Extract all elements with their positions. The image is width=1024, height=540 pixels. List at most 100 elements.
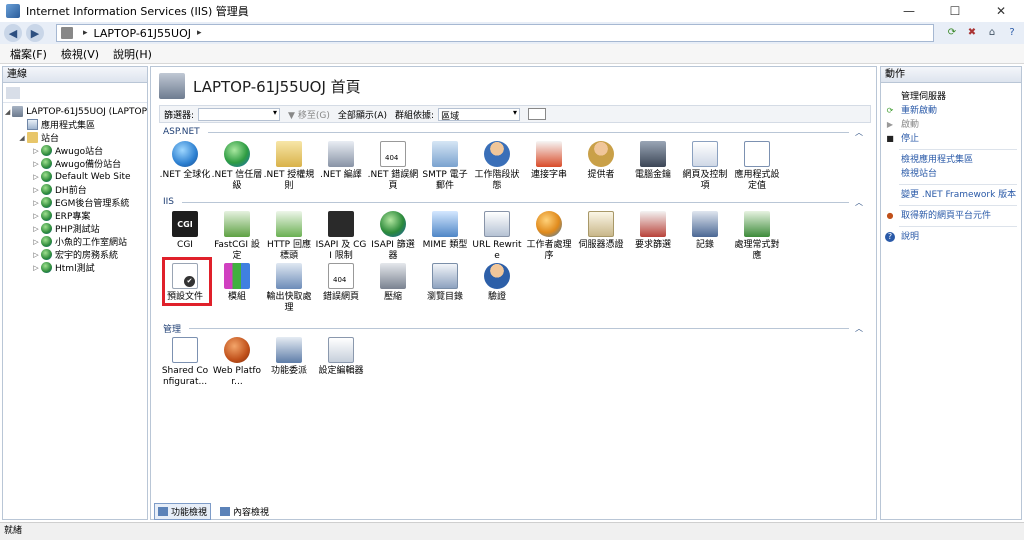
address-field[interactable]: ▸ LAPTOP-61J55UOJ ▸ (56, 24, 934, 42)
feature-http-response-headers[interactable]: HTTP 回應標頭 (263, 211, 315, 262)
feature-modules[interactable]: 模組 (211, 263, 263, 314)
tree-item-label: 站台 (41, 134, 60, 144)
feature-isapi-cgi-restrictions[interactable]: ISAPI 及 CGI 限制 (315, 211, 367, 262)
expand-icon[interactable]: ◢ (3, 108, 12, 116)
feature-net-authorization-rules[interactable]: .NET 授權規則 (263, 141, 315, 192)
minimize-button[interactable]: — (886, 0, 932, 22)
feature-label: ISAPI 及 CGI 限制 (315, 240, 367, 261)
feature-error-pages[interactable]: 錯誤網頁 (315, 263, 367, 314)
feature-connection-strings[interactable]: 連接字串 (523, 141, 575, 192)
action-restart[interactable]: ⟳ 重新啟動 (885, 104, 1021, 118)
expand-icon[interactable]: ▷ (31, 251, 41, 259)
refresh-icon[interactable]: ⟳ (944, 24, 960, 40)
stop-icon[interactable]: ✖ (964, 24, 980, 40)
tree-item-site[interactable]: ▷ Html測試 (3, 261, 147, 274)
group-by-select[interactable]: 區域 (438, 107, 521, 122)
action-get-web-platform-components[interactable]: ● 取得新的網頁平台元件 (885, 209, 1021, 223)
tree-item-site[interactable]: ▷ 小魚的工作室網站 (3, 235, 147, 248)
path-separator-end[interactable]: ▸ (197, 28, 202, 38)
feature-shared-configuration[interactable]: Shared Configurat... (159, 337, 211, 388)
feature-label: 處理常式對應 (734, 240, 780, 261)
section-iis[interactable]: IIS ︿ (163, 196, 863, 208)
home-icon[interactable]: ⌂ (984, 24, 1000, 40)
tree-item-site[interactable]: ▷ DH前台 (3, 183, 147, 196)
action-stop[interactable]: ■ 停止 (885, 132, 1021, 146)
feature-compression[interactable]: 壓縮 (367, 263, 419, 314)
section-management[interactable]: 管理 ︿ (163, 322, 863, 335)
tab-content-view[interactable]: 內容檢視 (217, 504, 272, 519)
tree-item-site[interactable]: ▷ Default Web Site (3, 170, 147, 183)
feature-providers[interactable]: 提供者 (575, 141, 627, 192)
go-button[interactable]: ▼ 移至(G) (288, 108, 330, 121)
menu-view[interactable]: 檢視(V) (61, 46, 99, 62)
expand-icon[interactable]: ▷ (31, 147, 41, 155)
collapse-icon[interactable]: ︿ (855, 127, 863, 138)
feature-request-filtering[interactable]: 要求篩選 (627, 211, 679, 262)
feature-output-caching[interactable]: 輸出快取處理 (263, 263, 315, 314)
action-view-sites[interactable]: 檢視站台 (885, 167, 1021, 181)
address-path[interactable]: LAPTOP-61J55UOJ (94, 27, 191, 40)
feature-machine-key[interactable]: 電腦金鑰 (627, 141, 679, 192)
tree-item-site[interactable]: ▷ Awugo備份站台 (3, 157, 147, 170)
expand-icon[interactable]: ▷ (31, 225, 41, 233)
feature-cgi[interactable]: CGI CGI (159, 211, 211, 262)
feature-fastcgi[interactable]: FastCGI 設定 (211, 211, 263, 262)
feature-isapi-filters[interactable]: ISAPI 篩選器 (367, 211, 419, 262)
aspnet-feature-row: .NET 全球化 .NET 信任層級 .NET 授權規則 .NET 編譯 .NE… (159, 141, 783, 192)
tree-item-app-pools[interactable]: 應用程式集區 (3, 118, 147, 131)
feature-net-compilation[interactable]: .NET 編譯 (315, 141, 367, 192)
expand-icon[interactable]: ▷ (31, 238, 41, 246)
feature-logging[interactable]: 記錄 (679, 211, 731, 262)
feature-configuration-editor[interactable]: 設定編輯器 (315, 337, 367, 388)
tree-item-site[interactable]: ▷ EGM後台管理系統 (3, 196, 147, 209)
maximize-button[interactable]: ☐ (932, 0, 978, 22)
expand-icon[interactable]: ▷ (31, 186, 41, 194)
close-button[interactable]: ✕ (978, 0, 1024, 22)
expand-icon[interactable]: ▷ (31, 160, 41, 168)
action-help[interactable]: ? 說明 (885, 230, 1021, 244)
tree-item-site[interactable]: ▷ 宏宇的房務系統 (3, 248, 147, 261)
expand-icon[interactable]: ▷ (31, 212, 41, 220)
expand-icon[interactable]: ▷ (31, 173, 41, 181)
feature-delegation[interactable]: 功能委派 (263, 337, 315, 388)
feature-url-rewrite[interactable]: URL Rewrite (471, 211, 523, 262)
expand-icon[interactable]: ▷ (31, 199, 41, 207)
feature-mime-types[interactable]: MIME 類型 (419, 211, 471, 262)
tree-item-site[interactable]: ▷ Awugo站台 (3, 144, 147, 157)
forward-button[interactable]: ▶ (26, 24, 44, 42)
view-mode-button[interactable] (528, 108, 547, 120)
back-button[interactable]: ◀ (4, 24, 22, 42)
feature-pages-controls[interactable]: 網頁及控制項 (679, 141, 731, 192)
show-all-button[interactable]: 全部顯示(A) (338, 108, 387, 121)
feature-net-error-pages[interactable]: .NET 錯誤網頁 (367, 141, 419, 192)
feature-session-state[interactable]: 工作階段狀態 (471, 141, 523, 192)
feature-worker-processes[interactable]: 工作者處理序 (523, 211, 575, 262)
action-change-net-framework[interactable]: 變更 .NET Framework 版本 (885, 188, 1021, 202)
action-start[interactable]: ▶ 啟動 (885, 118, 1021, 132)
tree-item-sites[interactable]: ◢ 站台 (3, 131, 147, 144)
collapse-icon[interactable]: ︿ (855, 323, 863, 334)
action-view-app-pools[interactable]: 檢視應用程式集區 (885, 153, 1021, 167)
section-aspnet[interactable]: ASP.NET ︿ (163, 126, 863, 138)
feature-net-trust-levels[interactable]: .NET 信任層級 (211, 141, 263, 192)
menu-help[interactable]: 說明(H) (113, 46, 152, 62)
expand-icon[interactable]: ◢ (17, 134, 27, 142)
feature-net-globalization[interactable]: .NET 全球化 (159, 141, 211, 192)
save-connection-icon[interactable] (6, 86, 20, 99)
feature-server-certificates[interactable]: 伺服器憑證 (575, 211, 627, 262)
feature-web-platform[interactable]: Web Platfor... (211, 337, 263, 388)
tree-item-site[interactable]: ▷ PHP測試站 (3, 222, 147, 235)
feature-smtp-email[interactable]: SMTP 電子郵件 (419, 141, 471, 192)
tree-item-site[interactable]: ▷ ERP專案 (3, 209, 147, 222)
collapse-icon[interactable]: ︿ (855, 197, 863, 208)
tree-item-server[interactable]: ◢ LAPTOP-61J55UOJ (LAPTOP (3, 105, 147, 118)
expand-icon[interactable]: ▷ (31, 264, 41, 272)
help-icon[interactable]: ? (1004, 24, 1020, 40)
menu-file[interactable]: 檔案(F) (10, 46, 47, 62)
filter-input[interactable] (198, 107, 281, 121)
feature-handler-mappings[interactable]: 處理常式對應 (731, 211, 783, 262)
tab-features-view[interactable]: 功能檢視 (154, 502, 212, 520)
feature-app-settings[interactable]: 應用程式設定值 (731, 141, 783, 192)
feature-authentication[interactable]: 驗證 (471, 263, 523, 314)
feature-directory-browsing[interactable]: 瀏覽目錄 (419, 263, 471, 314)
